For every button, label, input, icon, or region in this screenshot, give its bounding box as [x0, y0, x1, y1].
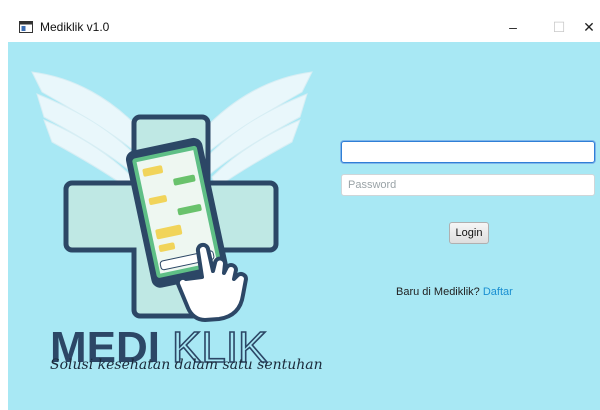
tagline: Solusi kesehatan dalam satu sentuhan [50, 357, 323, 373]
close-button[interactable]: ✕ [578, 12, 600, 42]
maximize-button[interactable]: ☐ [536, 12, 582, 42]
minimize-button[interactable]: – [490, 12, 536, 42]
username-input[interactable] [341, 141, 595, 163]
login-screen: MEDI KLIK Solusi kesehatan dalam satu se… [8, 42, 600, 410]
signup-prompt: Baru di Mediklik? Daftar [396, 286, 513, 298]
signup-prompt-text: Baru di Mediklik? [396, 286, 480, 298]
window-title: Mediklik v1.0 [40, 20, 110, 34]
title-bar: Mediklik v1.0 – ☐ ✕ [8, 12, 600, 42]
password-input[interactable] [341, 174, 595, 196]
mediklik-logo: MEDI KLIK [31, 71, 313, 373]
login-button[interactable]: Login [449, 222, 489, 244]
app-window: Mediklik v1.0 – ☐ ✕ MEDI KLIK Solusi kes… [8, 12, 600, 410]
signup-link[interactable]: Daftar [483, 286, 513, 298]
app-window-icon [19, 21, 33, 33]
